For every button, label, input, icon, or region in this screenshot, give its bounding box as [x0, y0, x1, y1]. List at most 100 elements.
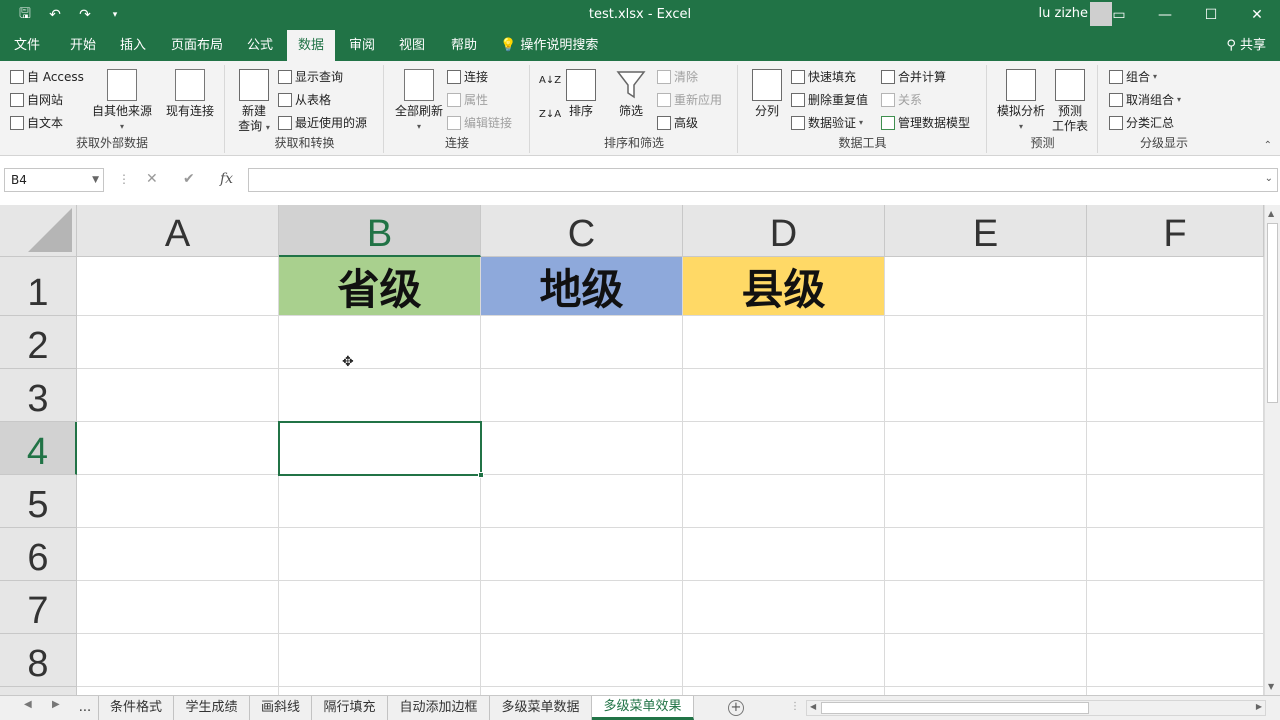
cell-a3[interactable] [77, 369, 279, 422]
cell-d7[interactable] [683, 581, 885, 634]
active-cell-b4[interactable] [278, 421, 484, 478]
column-header-d[interactable]: D [683, 205, 885, 257]
column-header-e[interactable]: E [885, 205, 1087, 257]
ungroup-button[interactable]: 取消组合 ▾ [1109, 90, 1181, 110]
tab-page-layout[interactable]: 页面布局 [164, 30, 230, 61]
subtotal-button[interactable]: 分类汇总 [1109, 113, 1174, 133]
show-queries-button[interactable]: 显示查询 [278, 67, 343, 87]
edit-links-button[interactable]: 编辑链接 [447, 113, 512, 133]
manage-data-model-button[interactable]: 管理数据模型 [881, 113, 970, 133]
sheet-tab[interactable]: 多级菜单数据 [490, 696, 592, 720]
cell-c1[interactable]: 地级 [481, 257, 683, 316]
cell-b9[interactable] [279, 687, 481, 695]
cell-c2[interactable] [481, 316, 683, 369]
worksheet-grid[interactable]: A B C D E F 1 2 3 4 5 6 7 8 省级 地级 县级 ✥ [0, 205, 1264, 695]
insert-function-button[interactable]: fx [220, 171, 233, 187]
cell-a2[interactable] [77, 316, 279, 369]
tab-formulas[interactable]: 公式 [238, 30, 282, 61]
cell-f3[interactable] [1087, 369, 1264, 422]
cell-b5[interactable] [279, 475, 481, 528]
cell-e8[interactable] [885, 634, 1087, 687]
cell-f7[interactable] [1087, 581, 1264, 634]
prev-sheet-icon[interactable]: ◀ [24, 699, 32, 710]
what-if-analysis-button[interactable]: 模拟分析 ▾ [994, 69, 1048, 134]
cell-c6[interactable] [481, 528, 683, 581]
from-text-button[interactable]: 自文本 [10, 113, 63, 133]
advanced-filter-button[interactable]: 高级 [657, 113, 698, 133]
row-header-9[interactable] [0, 687, 77, 695]
cell-d9[interactable] [683, 687, 885, 695]
sort-descending-button[interactable]: Z↓A [539, 105, 561, 125]
sheet-tab-active[interactable]: 多级菜单效果 [592, 696, 694, 720]
remove-duplicates-button[interactable]: 删除重复值 [791, 90, 868, 110]
tab-help[interactable]: 帮助 [442, 30, 486, 61]
share-button[interactable]: ⚲ 共享 [1226, 30, 1266, 61]
sort-button[interactable]: 排序 [563, 69, 599, 119]
cell-d4[interactable] [683, 422, 885, 475]
cell-a9[interactable] [77, 687, 279, 695]
sheet-tab[interactable]: 自动添加边框 [388, 696, 490, 720]
sheet-tab-more[interactable]: ... [72, 696, 98, 720]
vertical-scroll-thumb[interactable] [1267, 223, 1278, 403]
text-to-columns-button[interactable]: 分列 [747, 69, 787, 119]
row-header-2[interactable]: 2 [0, 316, 77, 369]
column-header-c[interactable]: C [481, 205, 683, 257]
cell-f6[interactable] [1087, 528, 1264, 581]
sheet-tab[interactable]: 画斜线 [250, 696, 312, 720]
cell-f8[interactable] [1087, 634, 1264, 687]
cell-c4[interactable] [481, 422, 683, 475]
cell-b8[interactable] [279, 634, 481, 687]
row-header-7[interactable]: 7 [0, 581, 77, 634]
connections-button[interactable]: 连接 [447, 67, 488, 87]
close-button[interactable]: ✕ [1234, 0, 1280, 30]
row-header-5[interactable]: 5 [0, 475, 77, 528]
scroll-right-icon[interactable]: ▶ [1256, 702, 1262, 711]
cell-e2[interactable] [885, 316, 1087, 369]
tab-split-grip[interactable]: ⋮ [790, 701, 800, 712]
reapply-button[interactable]: 重新应用 [657, 90, 722, 110]
column-header-a[interactable]: A [77, 205, 279, 257]
flash-fill-button[interactable]: 快速填充 [791, 67, 856, 87]
horizontal-scrollbar[interactable]: ◀ ▶ [806, 700, 1266, 716]
cell-e5[interactable] [885, 475, 1087, 528]
relationships-button[interactable]: 关系 [881, 90, 922, 110]
chevron-down-icon[interactable]: ▼ [92, 169, 99, 191]
recent-sources-button[interactable]: 最近使用的源 [278, 113, 367, 133]
consolidate-button[interactable]: 合并计算 [881, 67, 946, 87]
cell-e7[interactable] [885, 581, 1087, 634]
user-name[interactable]: lu zizhe [1039, 6, 1088, 21]
cell-a4[interactable] [77, 422, 279, 475]
cell-a7[interactable] [77, 581, 279, 634]
properties-button[interactable]: 属性 [447, 90, 488, 110]
tab-review[interactable]: 审阅 [340, 30, 384, 61]
sort-ascending-button[interactable]: A↓Z [539, 71, 561, 91]
cell-f9[interactable] [1087, 687, 1264, 695]
cell-e1[interactable] [885, 257, 1087, 316]
row-header-8[interactable]: 8 [0, 634, 77, 687]
cell-d8[interactable] [683, 634, 885, 687]
sheet-tab[interactable]: 条件格式 [98, 696, 174, 720]
cell-e4[interactable] [885, 422, 1087, 475]
add-sheet-button[interactable]: + [728, 700, 744, 716]
cell-f2[interactable] [1087, 316, 1264, 369]
cell-d6[interactable] [683, 528, 885, 581]
row-header-4[interactable]: 4 [0, 422, 77, 475]
column-header-b[interactable]: B [279, 205, 481, 257]
cell-d1[interactable]: 县级 [683, 257, 885, 316]
tab-data[interactable]: 数据 [287, 30, 335, 61]
cell-e3[interactable] [885, 369, 1087, 422]
cell-b1[interactable]: 省级 [279, 257, 481, 316]
cell-f5[interactable] [1087, 475, 1264, 528]
existing-connections-button[interactable]: 现有连接 [162, 69, 218, 119]
cell-c7[interactable] [481, 581, 683, 634]
column-header-f[interactable]: F [1087, 205, 1264, 257]
expand-formula-bar-icon[interactable]: ⌄ [1265, 173, 1273, 184]
cell-d2[interactable] [683, 316, 885, 369]
row-header-3[interactable]: 3 [0, 369, 77, 422]
vertical-scrollbar[interactable]: ▲ ▼ [1264, 205, 1280, 695]
cell-b6[interactable] [279, 528, 481, 581]
cell-b2[interactable] [279, 316, 481, 369]
formula-input[interactable]: ⌄ [248, 168, 1278, 192]
refresh-all-button[interactable]: 全部刷新 ▾ [391, 69, 447, 134]
next-sheet-icon[interactable]: ▶ [52, 699, 60, 710]
